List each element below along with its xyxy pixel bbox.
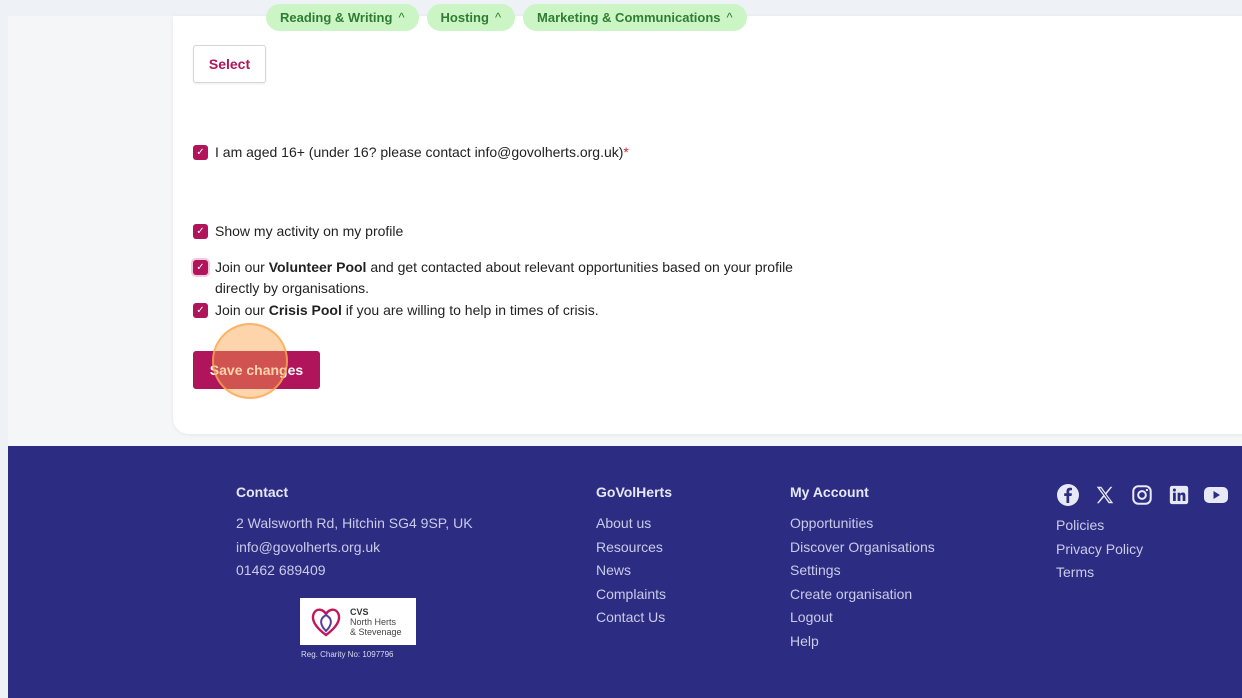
footer-link-complaints[interactable]: Complaints [596,583,672,607]
footer-link-policies[interactable]: Policies [1056,514,1143,538]
footer-link-create-org[interactable]: Create organisation [790,583,935,607]
footer-account: My Account Opportunities Discover Organi… [790,484,935,653]
remove-tag-icon[interactable]: ^ [727,10,733,25]
footer-link-discover[interactable]: Discover Organisations [790,536,935,560]
x-icon[interactable] [1092,482,1118,508]
heart-logo-icon [311,608,341,637]
footer-address: 2 Walsworth Rd, Hitchin SG4 9SP, UK [236,515,473,531]
social-links [1055,482,1229,508]
footer-link-help[interactable]: Help [790,630,935,654]
click-indicator [212,323,288,399]
crisis-pool-checkbox[interactable]: ✓ [193,303,208,318]
activity-checkbox[interactable]: ✓ [193,224,208,239]
tag-marketing[interactable]: Marketing & Communications ^ [523,4,747,31]
footer-link-settings[interactable]: Settings [790,559,935,583]
cvs-logo[interactable]: CVS North Herts & Stevenage [300,598,416,645]
age-checkbox[interactable]: ✓ [193,145,208,160]
footer-link-opportunities[interactable]: Opportunities [790,512,935,536]
youtube-icon[interactable] [1203,482,1229,508]
tag-reading-writing[interactable]: Reading & Writing ^ [266,4,419,31]
charity-number: Reg. Charity No: 1097796 [301,650,394,659]
linkedin-icon[interactable] [1166,482,1192,508]
site-footer: Contact 2 Walsworth Rd, Hitchin SG4 9SP,… [8,446,1242,698]
age-checkbox-row: ✓ I am aged 16+ (under 16? please contac… [193,142,629,163]
footer-govolherts: GoVolHerts About us Resources News Compl… [596,484,672,630]
footer-contact: Contact 2 Walsworth Rd, Hitchin SG4 9SP,… [236,484,473,583]
activity-checkbox-label: Show my activity on my profile [215,223,404,239]
footer-link-about[interactable]: About us [596,512,672,536]
select-button[interactable]: Select [193,45,266,83]
volunteer-pool-checkbox[interactable]: ✓ [193,260,208,275]
footer-link-resources[interactable]: Resources [596,536,672,560]
footer-link-logout[interactable]: Logout [790,606,935,630]
tag-hosting[interactable]: Hosting ^ [426,4,516,31]
activity-checkbox-row: ✓ Show my activity on my profile [193,221,403,242]
footer-link-news[interactable]: News [596,559,672,583]
selected-tags: Reading & Writing ^ Hosting ^ Marketing & … [266,4,747,31]
remove-tag-icon[interactable]: ^ [495,10,501,25]
remove-tag-icon[interactable]: ^ [398,10,404,25]
footer-email-link[interactable]: info@govolherts.org.uk [236,536,473,560]
volunteer-pool-row: ✓ Join our Volunteer Pool and get contac… [193,257,793,299]
age-checkbox-label: I am aged 16+ (under 16? please contact … [215,144,629,160]
footer-link-terms[interactable]: Terms [1056,561,1143,585]
footer-phone-link[interactable]: 01462 689409 [236,559,473,583]
facebook-icon[interactable] [1055,482,1081,508]
footer-link-contact[interactable]: Contact Us [596,606,672,630]
instagram-icon[interactable] [1129,482,1155,508]
footer-policies: Policies Privacy Policy Terms [1056,514,1143,585]
volunteer-pool-label: Join our Volunteer Pool and get contacte… [215,259,793,296]
footer-link-privacy[interactable]: Privacy Policy [1056,538,1143,562]
crisis-pool-row: ✓ Join our Crisis Pool if you are willin… [193,300,599,321]
crisis-pool-label: Join our Crisis Pool if you are willing … [215,302,599,318]
